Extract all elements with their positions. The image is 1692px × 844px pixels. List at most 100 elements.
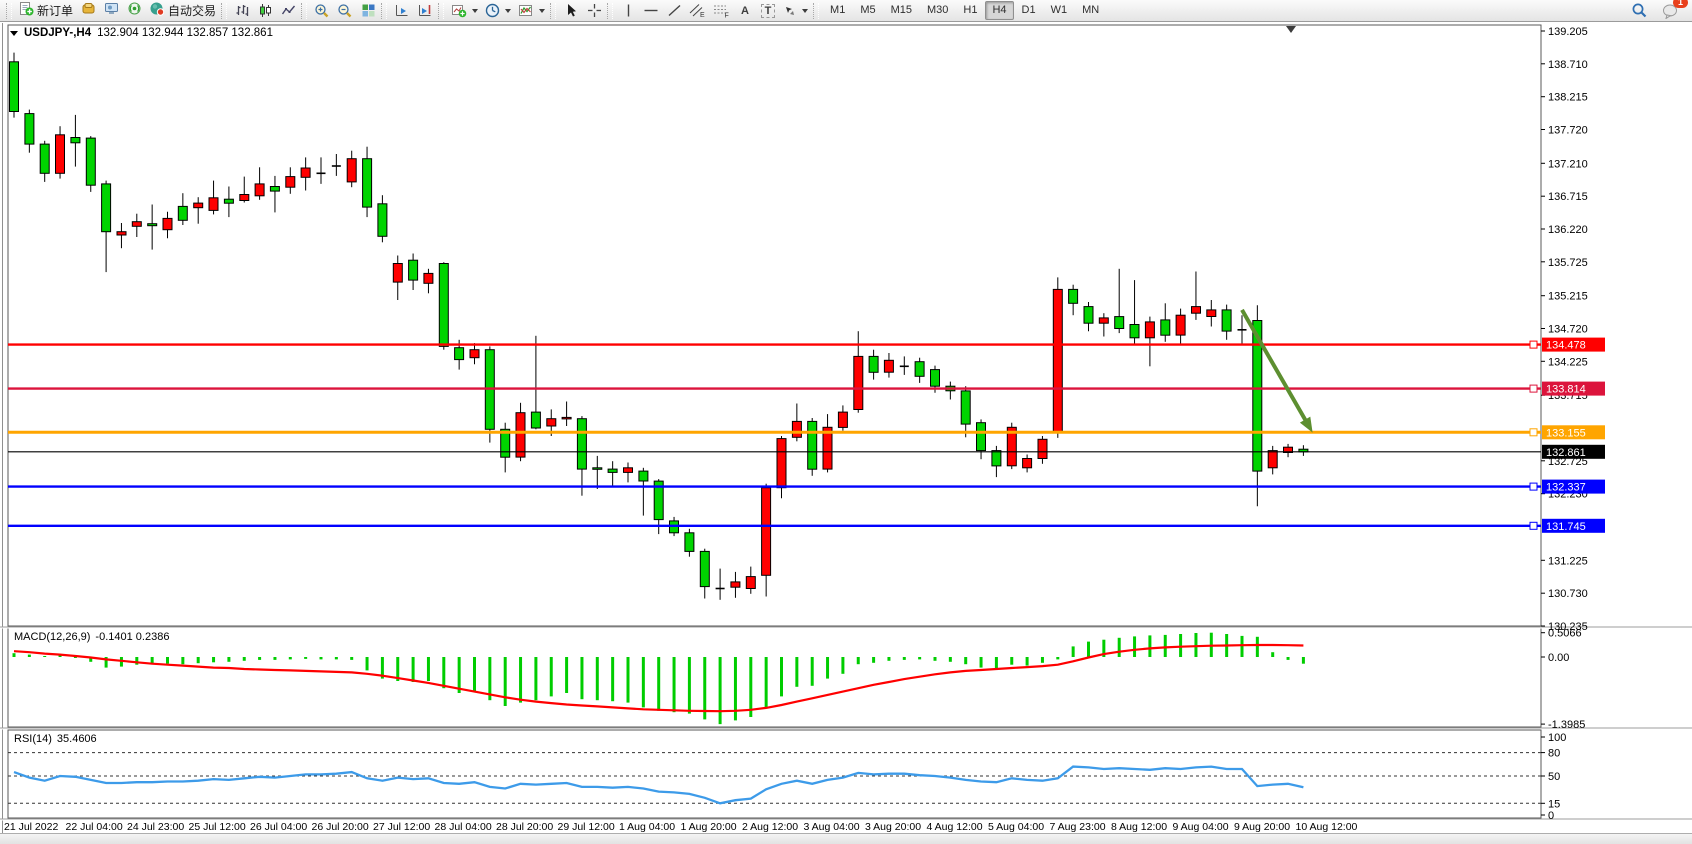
bearish-candle[interactable] [178,206,187,220]
bullish-candle[interactable] [854,356,863,409]
line-chart-button[interactable] [277,1,299,21]
line-end-marker[interactable] [1530,522,1537,529]
bullish-candle[interactable] [209,198,218,211]
bullish-candle[interactable] [516,413,525,457]
bearish-candle[interactable] [102,184,111,232]
zoom-in-button[interactable] [311,1,333,21]
bearish-candle[interactable] [977,423,986,451]
bearish-candle[interactable] [10,62,19,112]
bearish-candle[interactable] [869,356,878,372]
bullish-candle[interactable] [347,159,356,182]
line-end-marker[interactable] [1530,341,1537,348]
bearish-candle[interactable] [1084,307,1093,324]
timeframe-W1[interactable]: W1 [1044,1,1075,20]
chart-shift-button[interactable] [414,1,436,21]
notifications-button[interactable]: 1 [1659,1,1682,21]
bullish-candle[interactable] [1192,307,1201,314]
equidistant-channel-button[interactable]: E [686,1,709,21]
symbol-dropdown-icon[interactable] [10,31,18,36]
bullish-candle[interactable] [301,168,310,177]
new-chart-button[interactable] [448,1,481,21]
signals-button[interactable] [123,1,145,21]
bearish-candle[interactable] [270,187,279,192]
bullish-candle[interactable] [163,218,172,229]
bullish-candle[interactable] [1176,315,1185,335]
zoom-out-button[interactable] [334,1,356,21]
timeframe-M1[interactable]: M1 [823,1,852,20]
text-label-button[interactable]: T [757,1,779,21]
bullish-candle[interactable] [255,184,264,196]
bullish-candle[interactable] [731,582,740,587]
bearish-candle[interactable] [224,199,233,203]
indicators-button[interactable] [515,1,548,21]
chart-shift-marker-icon[interactable] [1286,26,1296,33]
bearish-candle[interactable] [1130,325,1139,338]
fibonacci-button[interactable]: F [710,1,733,21]
horizontal-line-button[interactable] [640,1,662,21]
market-depth-button[interactable] [77,1,99,21]
bearish-candle[interactable] [808,421,817,469]
bearish-candle[interactable] [86,138,95,185]
timeframe-M5[interactable]: M5 [853,1,882,20]
bullish-candle[interactable] [470,350,479,358]
bullish-candle[interactable] [1053,289,1062,432]
bar-chart-button[interactable] [231,1,253,21]
bullish-candle[interactable] [762,488,771,576]
bearish-candle[interactable] [25,114,34,145]
bullish-candle[interactable] [424,273,433,283]
terminal-button[interactable] [100,1,122,21]
search-button[interactable] [1628,1,1651,21]
vertical-line-button[interactable] [617,1,639,21]
period-button[interactable] [482,1,514,21]
bearish-candle[interactable] [1069,289,1078,303]
bearish-candle[interactable] [961,391,970,424]
bearish-candle[interactable] [40,144,49,173]
bearish-candle[interactable] [1222,310,1231,331]
tile-windows-button[interactable] [357,1,379,21]
bearish-candle[interactable] [148,224,157,226]
bullish-candle[interactable] [838,412,847,427]
bearish-candle[interactable] [439,264,448,347]
cursor-button[interactable] [560,1,582,21]
line-end-marker[interactable] [1530,385,1537,392]
bearish-candle[interactable] [409,260,418,280]
timeframe-MN[interactable]: MN [1075,1,1106,20]
bullish-candle[interactable] [777,439,786,488]
bullish-candle[interactable] [1038,439,1047,458]
bullish-candle[interactable] [792,421,801,437]
text-button[interactable]: A [734,1,756,21]
bearish-candle[interactable] [378,204,387,237]
bullish-candle[interactable] [547,419,556,426]
timeframe-H1[interactable]: H1 [956,1,984,20]
bullish-candle[interactable] [884,360,893,372]
bullish-candle[interactable] [1207,310,1216,317]
bearish-candle[interactable] [700,551,709,586]
bullish-candle[interactable] [746,577,755,589]
bearish-candle[interactable] [915,362,924,377]
bearish-candle[interactable] [685,533,694,552]
bullish-candle[interactable] [393,264,402,283]
timeframe-H4[interactable]: H4 [985,1,1013,20]
bearish-candle[interactable] [931,370,940,387]
bullish-candle[interactable] [286,177,295,188]
timeframe-D1[interactable]: D1 [1015,1,1043,20]
bearish-candle[interactable] [608,469,617,472]
bullish-candle[interactable] [194,203,203,208]
bullish-candle[interactable] [1145,322,1154,338]
chart-canvas[interactable]: 139.205 138.710 138.215 137.720 137.210 … [0,23,1692,833]
bullish-candle[interactable] [624,468,633,473]
auto-trading-button[interactable]: 自动交易 [146,1,219,21]
bearish-candle[interactable] [1161,320,1170,335]
bearish-candle[interactable] [71,138,80,143]
auto-scroll-button[interactable] [391,1,413,21]
bearish-candle[interactable] [363,159,372,207]
bullish-candle[interactable] [1023,459,1032,468]
trendline-button[interactable] [663,1,685,21]
timeframe-M30[interactable]: M30 [920,1,955,20]
bullish-candle[interactable] [562,417,571,419]
bearish-candle[interactable] [577,419,586,469]
bullish-candle[interactable] [117,232,126,235]
bearish-candle[interactable] [531,412,540,428]
new-order-button[interactable]: 新订单 [16,1,76,21]
bearish-candle[interactable] [455,348,464,360]
